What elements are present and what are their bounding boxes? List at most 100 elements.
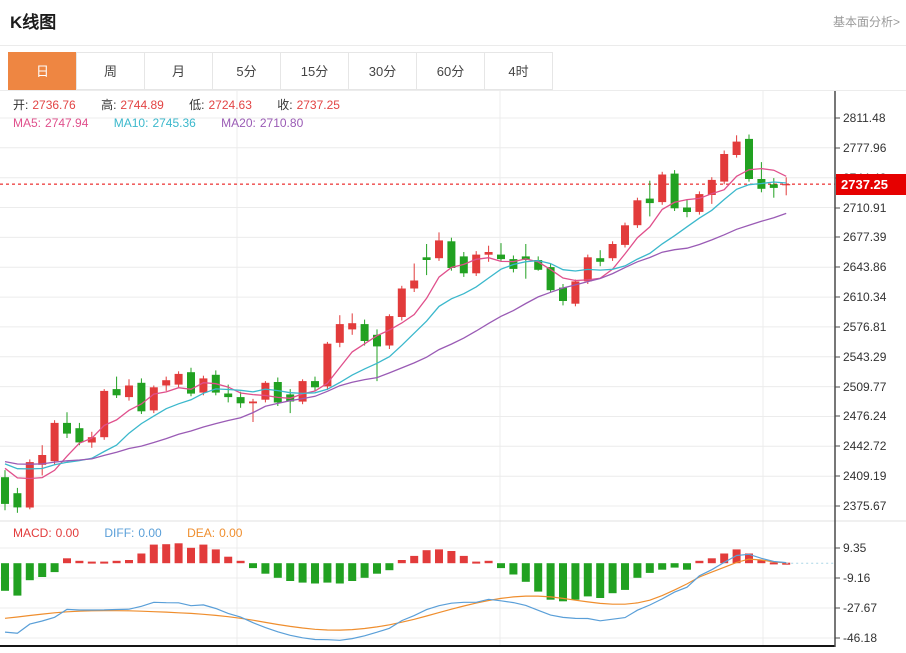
price-axis-label: 2375.67 xyxy=(843,499,887,513)
macd-bar xyxy=(485,561,493,563)
tab-周[interactable]: 周 xyxy=(76,52,145,90)
candle-body xyxy=(51,423,59,461)
candle-body xyxy=(658,175,666,203)
price-axis-label: 2442.72 xyxy=(843,439,887,453)
interval-tabbar: 日周月5分15分30分60分4时 xyxy=(8,52,553,90)
candle-body xyxy=(398,289,406,318)
diff-value: 0.00 xyxy=(138,526,161,540)
candle-body xyxy=(596,258,604,262)
macd-bar xyxy=(646,563,654,573)
candle-body xyxy=(646,199,654,204)
macd-bar xyxy=(26,563,34,580)
macd-bar xyxy=(348,563,356,581)
candle-body xyxy=(435,240,443,258)
tab-30分[interactable]: 30分 xyxy=(348,52,417,90)
macd-bar xyxy=(249,563,257,568)
price-axis-label: 2576.81 xyxy=(843,320,887,334)
macd-bar xyxy=(373,563,381,574)
macd-bar xyxy=(534,563,542,591)
price-axis-label: 2476.24 xyxy=(843,409,887,423)
candle-body xyxy=(13,493,21,507)
candle-body xyxy=(175,374,183,385)
macd-bar xyxy=(460,556,468,563)
candle-body xyxy=(1,477,9,504)
tab-60分[interactable]: 60分 xyxy=(416,52,485,90)
candle-body xyxy=(336,324,344,343)
macd-bar xyxy=(286,563,294,581)
candle-body xyxy=(162,380,170,385)
macd-bar xyxy=(410,556,418,563)
macd-bar xyxy=(695,561,703,563)
tab-月[interactable]: 月 xyxy=(144,52,213,90)
candle-body xyxy=(261,383,269,400)
macd-bar xyxy=(708,558,716,563)
candle-body xyxy=(125,386,133,398)
macd-bar xyxy=(125,560,133,563)
macd-bar xyxy=(609,563,617,593)
candle-body xyxy=(137,383,145,412)
macd-bar xyxy=(336,563,344,583)
candle-body xyxy=(274,382,282,403)
macd-bar xyxy=(497,563,505,568)
macd-axis-label: -27.67 xyxy=(843,601,877,615)
macd-bar xyxy=(472,562,480,564)
candle-body xyxy=(187,372,195,393)
macd-axis-label: 9.35 xyxy=(843,541,867,555)
ma-legend: MA5:2747.94 MA10:2745.36 MA20:2710.80 xyxy=(13,116,307,130)
low-value: 2724.63 xyxy=(209,98,252,112)
macd-bar xyxy=(447,551,455,563)
high-value: 2744.89 xyxy=(120,98,163,112)
price-axis-label: 2710.91 xyxy=(843,201,887,215)
fundamental-analysis-link[interactable]: 基本面分析> xyxy=(833,13,900,30)
candle-body xyxy=(621,225,629,245)
candle-body xyxy=(410,281,418,289)
price-axis-label: 2811.48 xyxy=(843,111,886,125)
macd-bar xyxy=(187,548,195,563)
candle-body xyxy=(547,267,555,290)
price-axis-label: 2509.77 xyxy=(843,380,887,394)
tab-5分[interactable]: 5分 xyxy=(212,52,281,90)
ma5-line xyxy=(5,169,786,479)
candle-body xyxy=(348,323,356,329)
macd-bar xyxy=(323,563,331,582)
macd-bar xyxy=(299,563,307,582)
candle-body xyxy=(361,324,369,341)
macd-bar xyxy=(162,544,170,563)
candle-body xyxy=(373,335,381,347)
ma10-value: 2745.36 xyxy=(152,116,195,130)
open-label: 开: xyxy=(13,98,28,112)
candle-body xyxy=(150,387,158,410)
macd-bar xyxy=(559,563,567,601)
price-axis-label: 2643.86 xyxy=(843,260,887,274)
macd-value: 0.00 xyxy=(56,526,79,540)
macd-bar xyxy=(1,563,9,591)
macd-bar xyxy=(571,563,579,600)
price-axis-label: 2610.34 xyxy=(843,290,887,304)
price-axis-label: 2543.29 xyxy=(843,350,887,364)
title-separator xyxy=(0,45,906,46)
macd-label: MACD: xyxy=(13,526,52,540)
macd-bar xyxy=(435,549,443,563)
candle-body xyxy=(745,139,753,179)
tab-15分[interactable]: 15分 xyxy=(280,52,349,90)
macd-bar xyxy=(621,563,629,590)
macd-bar xyxy=(658,563,666,570)
page-title: K线图 xyxy=(10,8,56,33)
candle-body xyxy=(770,184,778,188)
ohlc-legend: 开:2736.76 高:2744.89 低:2724.63 收:2737.25 xyxy=(13,96,344,113)
candle-body xyxy=(485,252,493,255)
price-axis-label: 2777.96 xyxy=(843,141,887,155)
macd-bar xyxy=(274,563,282,578)
tab-日[interactable]: 日 xyxy=(8,52,77,90)
macd-axis-label: -9.16 xyxy=(843,571,871,585)
macd-bar xyxy=(212,549,220,563)
tab-4时[interactable]: 4时 xyxy=(484,52,553,90)
candle-body xyxy=(423,257,431,260)
last-price-label: 2737.25 xyxy=(836,174,906,195)
candle-body xyxy=(497,255,505,260)
candle-body xyxy=(199,378,207,392)
macd-bar xyxy=(13,563,21,595)
diff-label: DIFF: xyxy=(104,526,134,540)
candle-body xyxy=(75,428,83,442)
ma10-label: MA10: xyxy=(114,116,149,130)
